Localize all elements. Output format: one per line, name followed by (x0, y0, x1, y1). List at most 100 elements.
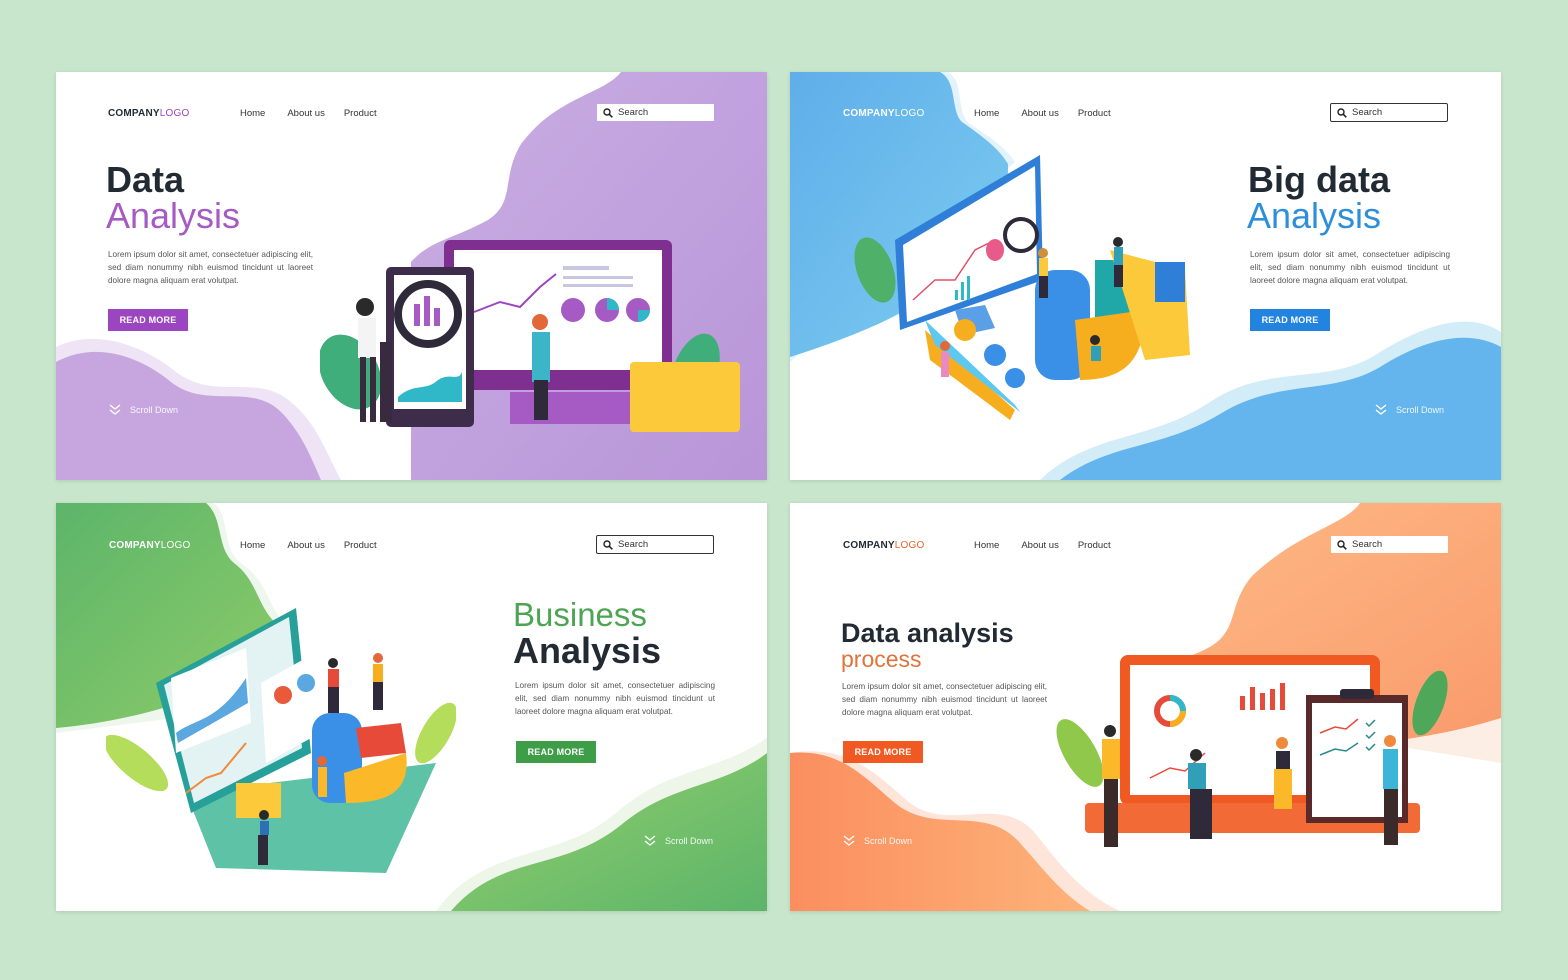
search-placeholder: Search (618, 539, 649, 550)
pie-chart (274, 686, 292, 704)
search-input[interactable]: Search (1331, 536, 1448, 553)
folder-icon (630, 362, 740, 432)
company-logo[interactable]: COMPANYLOGO (843, 108, 924, 119)
nav-product[interactable]: Product (1078, 108, 1111, 119)
logo-light-text: LOGO (160, 540, 191, 551)
person (1104, 725, 1116, 737)
hero-title-bold: Big data (1248, 159, 1391, 200)
nav-product[interactable]: Product (1078, 540, 1111, 551)
plant-leaf (106, 734, 169, 792)
search-icon (603, 539, 613, 550)
person (1113, 237, 1123, 247)
nav-home[interactable]: Home (974, 540, 999, 551)
person (317, 756, 327, 766)
search-icon (1337, 539, 1347, 550)
search-input[interactable]: Search (596, 535, 714, 554)
search-placeholder: Search (618, 107, 649, 118)
person (940, 341, 950, 351)
nav-menu: Home About us Product (974, 108, 1111, 119)
plant-leaf (415, 702, 456, 764)
double-chevron-down-icon (644, 835, 656, 846)
nav-menu: Home About us Product (240, 540, 377, 551)
company-logo[interactable]: COMPANYLOGO (108, 108, 189, 119)
person (259, 810, 269, 820)
search-input[interactable]: Search (597, 104, 714, 121)
person (1090, 335, 1100, 345)
business-analysis-illustration (106, 608, 456, 873)
nav-about-us[interactable]: About us (287, 108, 325, 119)
landing-page-business-analysis: COMPANYLOGO Home About us Product Search… (56, 503, 767, 911)
nav-about-us[interactable]: About us (1021, 540, 1059, 551)
nav-home[interactable]: Home (974, 108, 999, 119)
pie-chart (954, 319, 976, 341)
logo-light-text: LOGO (894, 108, 925, 119)
pie-chart (1005, 368, 1025, 388)
nav-menu: Home About us Product (974, 540, 1111, 551)
hero-description: Lorem ipsum dolor sit amet, consectetuer… (108, 250, 313, 285)
hero-title-bold: Data (106, 159, 185, 200)
nav-about-us[interactable]: About us (287, 540, 325, 551)
scroll-down-label: Scroll Down (130, 405, 179, 415)
nav-product[interactable]: Product (344, 540, 377, 551)
plant-leaf (1412, 670, 1448, 736)
read-more-button[interactable]: READ MORE (516, 741, 596, 763)
hero-title-bold: Analysis (513, 630, 662, 671)
hero-title-light: Analysis (1247, 195, 1382, 236)
double-chevron-down-icon (109, 404, 121, 415)
person (1384, 735, 1396, 747)
hero-description: Lorem ipsum dolor sit amet, consectetuer… (842, 682, 1047, 717)
pie-chart (986, 239, 1004, 261)
nav-home[interactable]: Home (240, 108, 265, 119)
nav-menu: Home About us Product (240, 108, 377, 119)
company-logo[interactable]: COMPANYLOGO (109, 540, 190, 551)
logo-bold-text: COMPANY (843, 108, 895, 119)
data-analysis-process-illustration (1056, 655, 1448, 847)
company-logo[interactable]: COMPANYLOGO (843, 540, 924, 551)
logo-light-text: LOGO (159, 108, 190, 119)
scroll-down-link[interactable]: Scroll Down (109, 404, 178, 416)
search-input[interactable]: Search (1330, 103, 1448, 122)
person (380, 342, 392, 422)
big-data-illustration (854, 155, 1190, 420)
hero-description: Lorem ipsum dolor sit amet, consectetuer… (515, 681, 715, 716)
search-placeholder: Search (1352, 539, 1383, 550)
landing-page-data-analysis-process: COMPANYLOGO Home About us Product Search… (790, 503, 1501, 911)
bar-block (356, 723, 406, 758)
nav-about-us[interactable]: About us (1021, 108, 1059, 119)
double-chevron-down-icon (843, 835, 855, 846)
read-more-button[interactable]: READ MORE (1250, 309, 1330, 331)
person (1038, 248, 1048, 258)
hero-title-bold: Data analysis (841, 618, 1014, 648)
person (532, 314, 548, 330)
double-chevron-down-icon (1375, 404, 1387, 415)
pie-chart (297, 674, 315, 692)
hero-title-light: process (841, 646, 922, 672)
data-analysis-illustration (320, 240, 740, 432)
scroll-down-link[interactable]: Scroll Down (1375, 404, 1444, 416)
scroll-down-label: Scroll Down (665, 836, 714, 846)
plant-leaf (854, 237, 896, 303)
person (328, 658, 338, 668)
folder-icon (236, 783, 281, 818)
search-icon (603, 107, 613, 118)
logo-bold-text: COMPANY (109, 540, 161, 551)
pie-chart (984, 344, 1006, 366)
read-more-button[interactable]: READ MORE (108, 309, 188, 331)
person (1276, 737, 1288, 749)
logo-bold-text: COMPANY (108, 108, 160, 119)
bar-chart (1240, 696, 1245, 710)
landing-page-data-analysis: COMPANYLOGO Home About us Product Search… (56, 72, 767, 480)
clipboard-clip (1340, 689, 1374, 699)
hero-title-light: Business (513, 596, 647, 633)
scroll-down-link[interactable]: Scroll Down (843, 835, 912, 847)
read-more-button[interactable]: READ MORE (843, 741, 923, 763)
nav-product[interactable]: Product (344, 108, 377, 119)
logo-bold-text: COMPANY (843, 540, 895, 551)
pie-chart (561, 298, 585, 322)
search-placeholder: Search (1352, 107, 1383, 118)
scroll-down-label: Scroll Down (864, 836, 913, 846)
scroll-down-link[interactable]: Scroll Down (644, 835, 713, 847)
person (1190, 749, 1202, 761)
logo-light-text: LOGO (894, 540, 925, 551)
nav-home[interactable]: Home (240, 540, 265, 551)
